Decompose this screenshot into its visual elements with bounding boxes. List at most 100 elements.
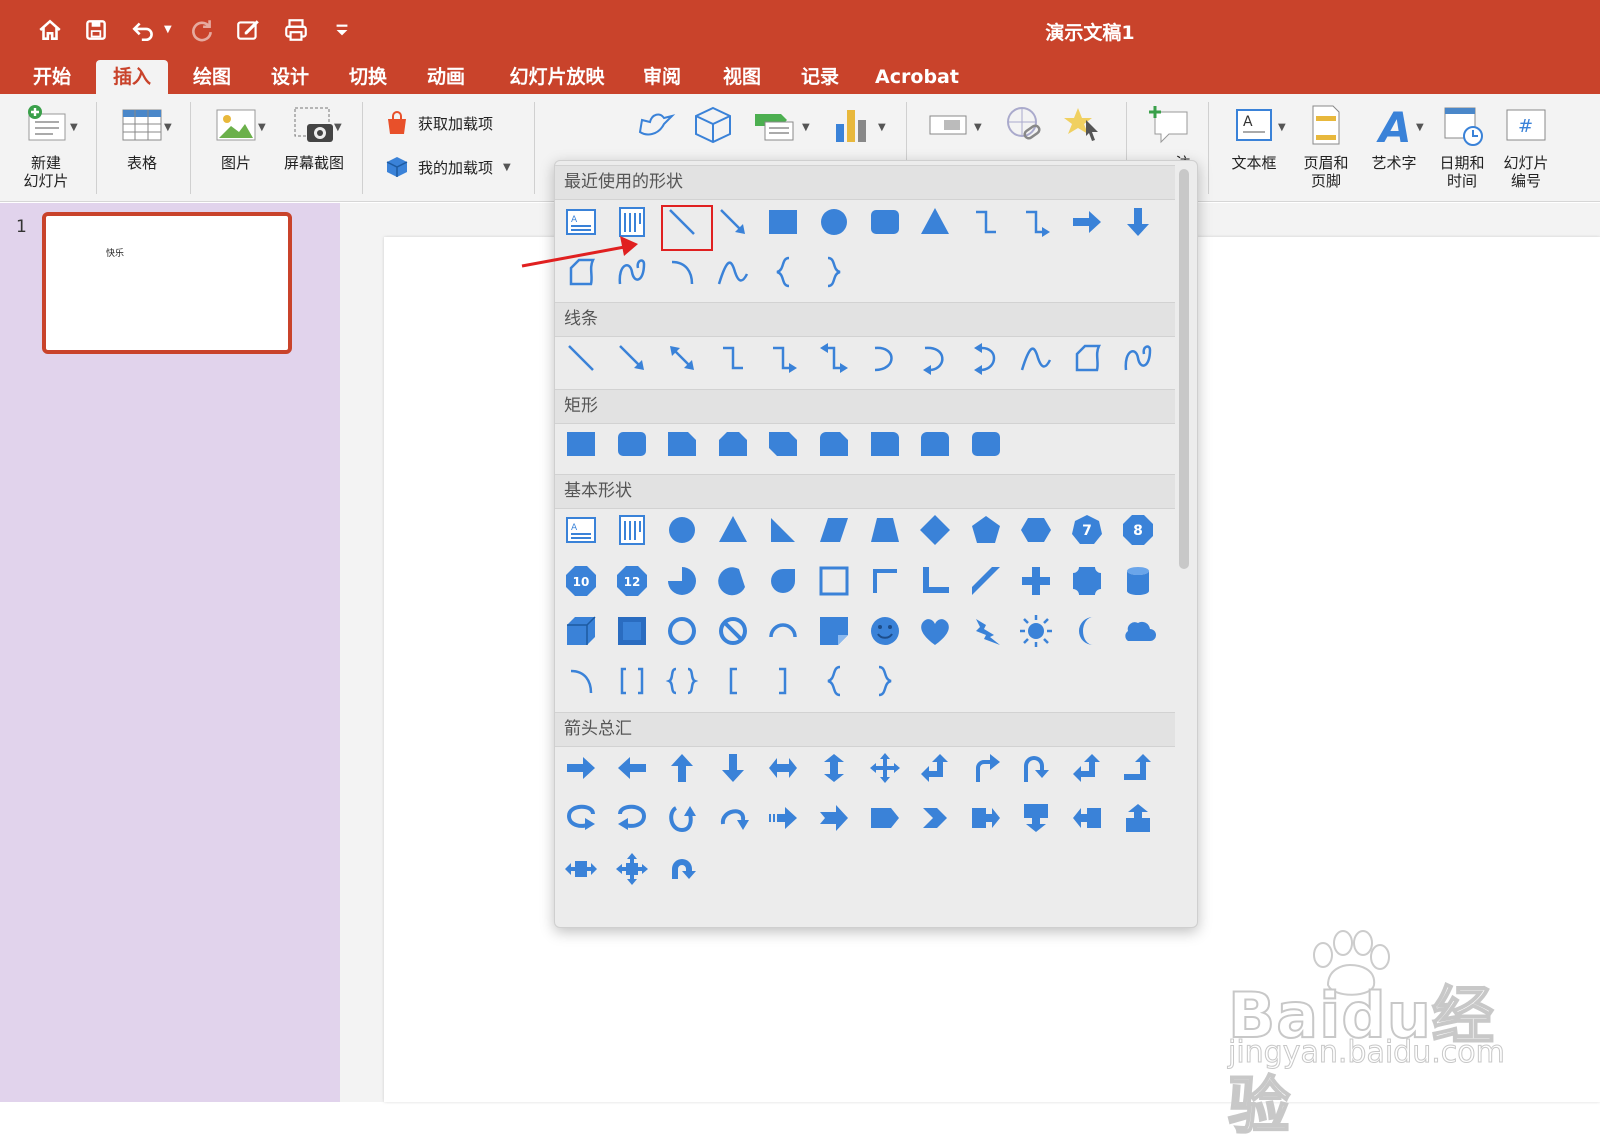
shape-curvedu-icon[interactable] — [661, 797, 703, 839]
tab-record[interactable]: 记录 — [788, 60, 852, 94]
shape-quadcallout-icon[interactable] — [611, 848, 653, 890]
shape-curved-icon[interactable] — [864, 337, 906, 379]
slide-number-button[interactable]: # 幻灯片 编号 — [1496, 102, 1556, 190]
tab-transitions[interactable]: 切换 — [336, 60, 400, 94]
shape-octagon-icon[interactable]: 10 — [560, 560, 602, 602]
shape-rcallout-icon[interactable] — [965, 797, 1007, 839]
shape-rarrow-icon[interactable] — [1066, 201, 1108, 243]
shape-donut-icon[interactable] — [661, 610, 703, 652]
shape-foldedcorner-icon[interactable] — [813, 610, 855, 652]
my-addins-button[interactable]: 我的加载项 ▼ — [384, 154, 511, 180]
shape-dblarrow-icon[interactable] — [661, 337, 703, 379]
shape-curvedd-icon[interactable] — [712, 797, 754, 839]
shape-lrcallout-icon[interactable] — [560, 848, 602, 890]
action-dropdown-icon[interactable]: ▼ — [974, 122, 982, 133]
action-button[interactable] — [924, 102, 974, 154]
shape-bentarrow-icon[interactable] — [965, 747, 1007, 789]
new-slide-button[interactable]: 新建 幻灯片 — [10, 102, 82, 190]
table-button[interactable]: 表格 — [110, 102, 174, 172]
shape-lrarrow-icon[interactable] — [762, 747, 804, 789]
shape-lightning-icon[interactable] — [965, 610, 1007, 652]
shape-lbrace-icon[interactable] — [813, 660, 855, 702]
slide-thumbnail[interactable]: 快乐 — [42, 212, 292, 354]
shape-rarrow-icon[interactable] — [560, 747, 602, 789]
shape-frame-icon[interactable] — [813, 560, 855, 602]
date-time-button[interactable]: 日期和 时间 — [1432, 102, 1492, 190]
shape-brackets-icon[interactable] — [611, 660, 653, 702]
textbox-dropdown-icon[interactable]: ▼ — [1278, 122, 1286, 133]
shape-rrect1-icon[interactable] — [864, 423, 906, 465]
shape-rtri-icon[interactable] — [762, 509, 804, 551]
shape-textbox-icon[interactable]: A — [560, 509, 602, 551]
link-button[interactable] — [1000, 102, 1050, 154]
chart-dropdown-icon[interactable]: ▼ — [878, 122, 886, 133]
table-dropdown-icon[interactable]: ▼ — [164, 122, 172, 133]
shape-ellipse-icon[interactable] — [661, 509, 703, 551]
shape-lbrace-icon[interactable] — [762, 251, 804, 293]
shape-trapezoid-icon[interactable] — [864, 509, 906, 551]
tab-insert[interactable]: 插入 — [96, 60, 168, 94]
shape-heptagon-icon[interactable]: 7 — [1066, 509, 1108, 551]
shape-rect-icon[interactable] — [560, 423, 602, 465]
shape-chord-icon[interactable] — [712, 560, 754, 602]
shape-diagstripe-icon[interactable] — [965, 560, 1007, 602]
shape-larrow-icon[interactable] — [611, 747, 653, 789]
shape-scribble-icon[interactable] — [1117, 337, 1159, 379]
shape-dcallout-icon[interactable] — [1015, 797, 1057, 839]
get-addins-button[interactable]: 获取加载项 — [384, 110, 493, 136]
shape-diamond-icon[interactable] — [914, 509, 956, 551]
shape-chevron-icon[interactable] — [914, 797, 956, 839]
shape-line-icon[interactable] — [560, 337, 602, 379]
shape-vtext-icon[interactable] — [611, 509, 653, 551]
shape-leftup-icon[interactable] — [1066, 747, 1108, 789]
screenshot-button[interactable]: 屏幕截图 — [278, 102, 350, 172]
shape-wave-icon[interactable] — [1015, 337, 1057, 379]
tab-review[interactable]: 审阅 — [630, 60, 694, 94]
picture-button[interactable]: 图片 — [204, 102, 268, 172]
shape-darrow-icon[interactable] — [1117, 201, 1159, 243]
shape-plus-icon[interactable] — [1015, 560, 1057, 602]
screenshot-dropdown-icon[interactable]: ▼ — [334, 122, 342, 133]
smartart-dropdown-icon[interactable]: ▼ — [802, 122, 810, 133]
shape-blockarc-icon[interactable] — [762, 610, 804, 652]
shape-rrect-icon[interactable] — [864, 201, 906, 243]
shape-rrect2-icon[interactable] — [914, 423, 956, 465]
shape-plaque-icon[interactable] — [1066, 560, 1108, 602]
shape-octagon-icon[interactable]: 8 — [1117, 509, 1159, 551]
my-addins-dropdown-icon[interactable]: ▼ — [503, 162, 511, 173]
shape-halfframe-icon[interactable] — [864, 560, 906, 602]
shape-ellipse-icon[interactable] — [813, 201, 855, 243]
shape-curvedr-icon[interactable] — [560, 797, 602, 839]
wordart-button[interactable]: A 艺术字 — [1364, 102, 1424, 172]
shape-darrow-icon[interactable] — [712, 747, 754, 789]
tab-slideshow[interactable]: 幻灯片放映 — [502, 60, 612, 94]
shape-can-icon[interactable] — [1117, 560, 1159, 602]
shape-elbowdbl-icon[interactable] — [813, 337, 855, 379]
icons-button[interactable] — [630, 102, 680, 154]
gallery-scrollbar[interactable] — [1179, 169, 1189, 569]
shape-freeform-icon[interactable] — [1066, 337, 1108, 379]
shape-snip1-icon[interactable] — [661, 423, 703, 465]
shape-rbrace-icon[interactable] — [864, 660, 906, 702]
shape-curvedarrow-icon[interactable] — [914, 337, 956, 379]
3d-model-button[interactable] — [688, 102, 738, 154]
shape-lcallout-icon[interactable] — [1066, 797, 1108, 839]
shape-curveddbl-icon[interactable] — [965, 337, 1007, 379]
shape-rrect-icon[interactable] — [965, 423, 1007, 465]
picture-dropdown-icon[interactable]: ▼ — [258, 122, 266, 133]
shape-elbowarrow-icon[interactable] — [762, 337, 804, 379]
shape-rrect-icon[interactable] — [611, 423, 653, 465]
shape-cube-icon[interactable] — [560, 610, 602, 652]
shape-teardrop-icon[interactable] — [762, 560, 804, 602]
tab-view[interactable]: 视图 — [710, 60, 774, 94]
shape-circarrow-icon[interactable] — [661, 848, 703, 890]
shape-uarrow-icon[interactable] — [661, 747, 703, 789]
action-star-button[interactable] — [1058, 102, 1108, 154]
shape-rbracket-icon[interactable] — [762, 660, 804, 702]
shape-parallelogram-icon[interactable] — [813, 509, 855, 551]
shape-elbow-icon[interactable] — [712, 337, 754, 379]
shape-arc-icon[interactable] — [661, 251, 703, 293]
shape-quad-icon[interactable] — [864, 747, 906, 789]
shape-elbowarrow-icon[interactable] — [1015, 201, 1057, 243]
shape-udarrow-icon[interactable] — [813, 747, 855, 789]
